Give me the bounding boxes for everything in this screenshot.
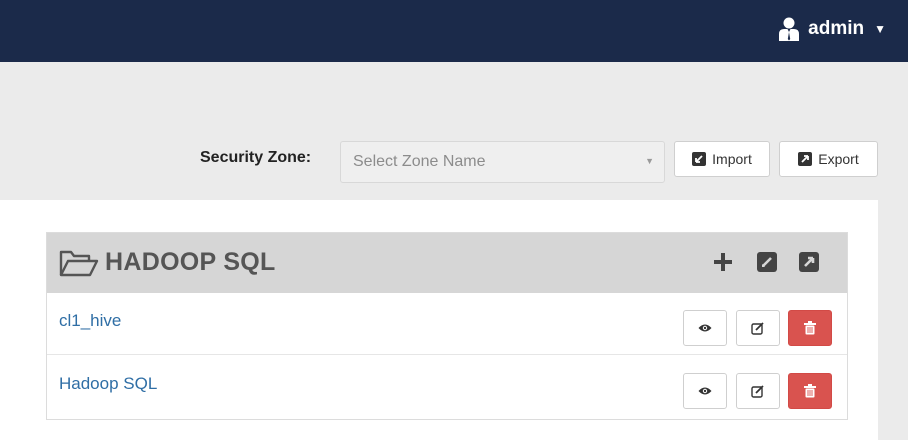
- caret-down-icon: ▼: [874, 22, 886, 36]
- edit-button[interactable]: [736, 373, 780, 409]
- export-label: Export: [818, 151, 859, 167]
- delete-button[interactable]: [788, 373, 832, 409]
- eye-icon: [698, 386, 712, 396]
- folder-open-icon: [59, 249, 99, 277]
- import-icon: [692, 152, 707, 166]
- export-button[interactable]: Export: [779, 141, 878, 177]
- add-icon[interactable]: [711, 250, 735, 274]
- user-menu[interactable]: admin ▼: [778, 17, 886, 41]
- edit-icon[interactable]: [755, 250, 779, 274]
- service-group-header: HADOOP SQL: [47, 233, 847, 293]
- export-icon[interactable]: [797, 250, 821, 274]
- edit-button[interactable]: [736, 310, 780, 346]
- export-icon: [798, 152, 813, 166]
- edit-icon: [751, 321, 765, 335]
- import-label: Import: [712, 151, 752, 167]
- eye-icon: [698, 323, 712, 333]
- security-zone-select[interactable]: Select Zone Name ▼: [340, 141, 665, 183]
- zone-select-placeholder: Select Zone Name: [353, 153, 486, 170]
- delete-button[interactable]: [788, 310, 832, 346]
- trash-icon: [804, 321, 816, 335]
- service-row: cl1_hive: [47, 293, 847, 355]
- top-navbar: admin ▼: [0, 0, 908, 62]
- security-zone-label: Security Zone:: [200, 149, 312, 166]
- edit-icon: [751, 384, 765, 398]
- content-panel: HADOOP SQL cl1_hive Hadoop SQL: [0, 200, 878, 440]
- import-button[interactable]: Import: [674, 141, 770, 177]
- service-group-hadoop-sql: HADOOP SQL cl1_hive Hadoop SQL: [46, 232, 848, 420]
- view-button[interactable]: [683, 373, 727, 409]
- service-row: Hadoop SQL: [47, 356, 847, 418]
- select-arrow-icon: ▼: [645, 156, 654, 166]
- service-link-hadoop-sql[interactable]: Hadoop SQL: [59, 374, 157, 394]
- user-icon: [778, 17, 800, 41]
- user-name: admin: [808, 18, 865, 39]
- trash-icon: [804, 384, 816, 398]
- view-button[interactable]: [683, 310, 727, 346]
- service-link-cl1-hive[interactable]: cl1_hive: [59, 311, 121, 331]
- service-group-title: HADOOP SQL: [105, 248, 276, 276]
